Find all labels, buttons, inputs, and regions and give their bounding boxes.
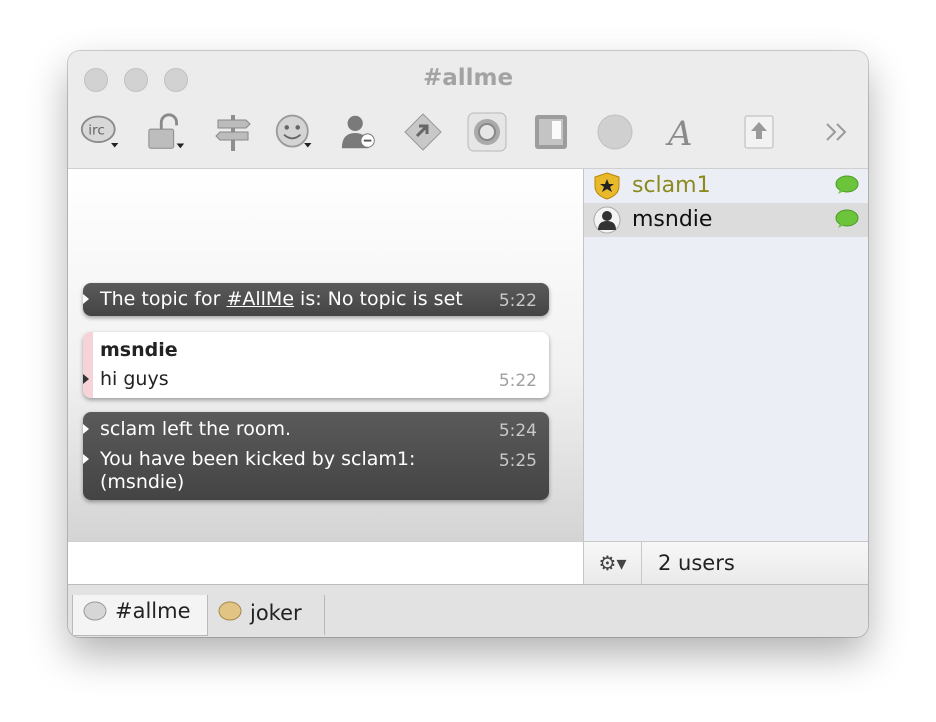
smiley-icon[interactable] [274, 111, 316, 153]
gear-menu-button[interactable]: ⚙▾ [584, 542, 642, 584]
event-text-continued: (msndie) [100, 471, 185, 493]
expand-arrow-icon[interactable] [83, 454, 89, 464]
status-circle-icon[interactable] [594, 111, 636, 153]
tab-joker[interactable]: joker [208, 595, 325, 635]
event-text: You have been kicked by sclam1: [100, 448, 416, 470]
user-remove-icon[interactable] [338, 111, 380, 153]
svg-text:A: A [665, 114, 693, 153]
user-row[interactable]: msndie [584, 203, 868, 237]
window-title: #allme [422, 65, 514, 91]
user-list[interactable]: sclam1 msndie [584, 169, 868, 541]
user-row[interactable]: sclam1 [584, 169, 868, 203]
tab-label: joker [250, 601, 302, 625]
status-bubble-icon [835, 175, 859, 195]
channel-link[interactable]: #AllMe [226, 288, 294, 310]
chat-bubble-icon [83, 601, 107, 621]
sender-color-strip [83, 332, 93, 398]
userlist-footer: ⚙▾ 2 users [584, 541, 868, 584]
record-icon[interactable] [466, 111, 508, 153]
chat-transcript[interactable]: The topic for #AllMe is: No topic is set… [68, 169, 584, 541]
font-icon[interactable]: A [658, 111, 700, 153]
tab-label: #allme [115, 599, 191, 623]
tab-bar: #allme joker [68, 584, 868, 637]
gear-icon: ⚙▾ [598, 551, 627, 575]
title-bar: #allme irc A [68, 51, 868, 169]
expand-arrow-icon[interactable] [83, 294, 89, 304]
user-name: sclam1 [632, 173, 711, 198]
overflow-chevrons-icon[interactable] [816, 111, 858, 153]
topic-text: The topic for #AllMe is: No topic is set [100, 288, 463, 310]
tab-allme[interactable]: #allme [72, 595, 208, 636]
status-bubble-icon [835, 209, 859, 229]
chat-message: msndie hi guys 5:22 [83, 332, 549, 398]
message-time: 5:22 [498, 291, 537, 311]
share-icon[interactable] [738, 111, 780, 153]
lock-icon[interactable] [146, 111, 188, 153]
event-text: sclam left the room. [100, 418, 292, 440]
user-name: msndie [632, 207, 713, 232]
message-time: 5:22 [498, 371, 537, 391]
message-text: hi guys [100, 368, 169, 390]
irc-icon[interactable]: irc [80, 111, 122, 153]
operator-shield-icon [593, 172, 621, 200]
user-avatar-icon [593, 206, 621, 234]
event-time: 5:24 [498, 421, 537, 441]
send-file-icon[interactable] [402, 111, 444, 153]
topic-message: The topic for #AllMe is: No topic is set… [83, 283, 549, 316]
event-messages: sclam left the room. 5:24 You have been … [83, 412, 549, 500]
message-input[interactable] [68, 541, 584, 584]
signpost-icon[interactable] [212, 111, 254, 153]
event-time: 5:25 [498, 451, 537, 471]
contacts-book-icon[interactable] [530, 111, 572, 153]
user-count: 2 users [658, 551, 735, 575]
svg-text:irc: irc [88, 123, 105, 139]
chat-window: #allme irc A The topic for #AllMe is: No… [68, 51, 868, 637]
chat-bubble-icon [218, 601, 242, 621]
expand-arrow-icon[interactable] [83, 424, 89, 434]
message-sender: msndie [100, 339, 178, 361]
expand-arrow-icon[interactable] [83, 374, 89, 384]
